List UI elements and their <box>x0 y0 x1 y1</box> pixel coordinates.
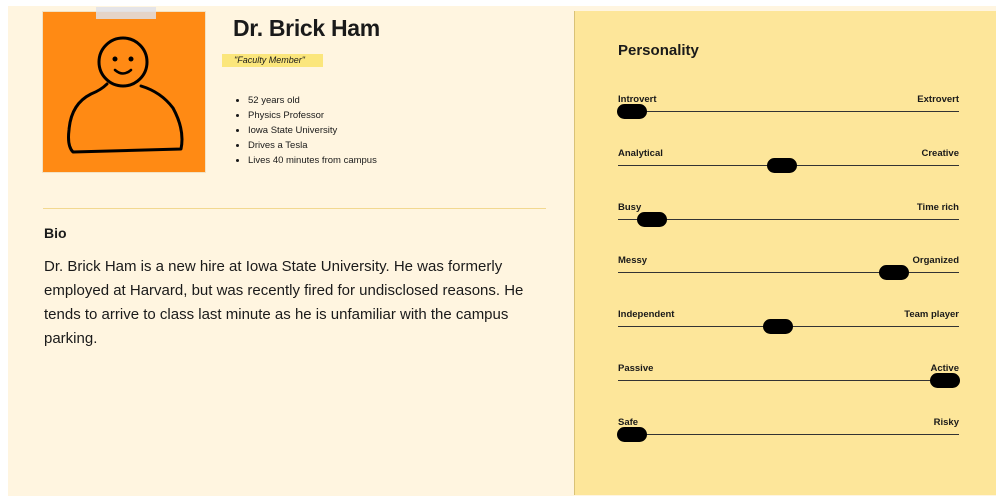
section-divider <box>43 208 546 209</box>
bio-text: Dr. Brick Ham is a new hire at Iowa Stat… <box>44 258 524 347</box>
trait-slider-introvert-extrovert[interactable]: Introvert Extrovert <box>616 94 959 124</box>
slider-handle[interactable] <box>879 265 910 280</box>
fact-item: Lives 40 minutes from campus <box>248 153 377 168</box>
tape-strip <box>96 7 156 19</box>
slider-handle[interactable] <box>763 319 794 334</box>
person-doodle-icon <box>67 36 184 154</box>
slider-handle[interactable] <box>766 158 797 173</box>
slider-track[interactable] <box>618 380 959 381</box>
trait-slider-safe-risky[interactable]: Safe Risky <box>616 417 959 447</box>
trait-left-label: Passive <box>618 363 654 374</box>
trait-right-label: Creative <box>921 148 960 159</box>
avatar <box>43 12 205 172</box>
slider-handle[interactable] <box>930 373 961 388</box>
trait-slider-independent-teamplayer[interactable]: Independent Team player <box>618 309 959 339</box>
slider-track[interactable] <box>618 111 959 112</box>
slider-handle[interactable] <box>616 427 647 442</box>
fact-item: Physics Professor <box>248 108 377 123</box>
slider-track[interactable] <box>618 219 959 220</box>
trait-left-label: Messy <box>618 255 648 266</box>
trait-slider-busy-timerich[interactable]: Busy Time rich <box>618 202 959 232</box>
bio-heading: Bio <box>44 225 67 241</box>
trait-left-label: Analytical <box>618 148 663 159</box>
slider-handle[interactable] <box>637 212 668 227</box>
trait-right-label: Organized <box>912 255 959 266</box>
slider-handle[interactable] <box>616 104 647 119</box>
trait-slider-analytical-creative[interactable]: Analytical Creative <box>618 148 959 178</box>
trait-right-label: Time rich <box>916 202 959 213</box>
trait-slider-passive-active[interactable]: Passive Active <box>618 363 961 393</box>
personality-panel: Personality Introvert Extrovert Analytic… <box>574 11 996 495</box>
trait-right-label: Risky <box>933 417 959 428</box>
persona-name: Dr. Brick Ham <box>233 15 380 41</box>
role-tag: "Faculty Member" <box>222 54 323 67</box>
fact-item: 52 years old <box>248 93 377 108</box>
fact-item: Iowa State University <box>248 123 377 138</box>
fact-item: Drives a Tesla <box>248 138 377 153</box>
trait-left-label: Busy <box>618 202 642 213</box>
trait-right-label: Extrovert <box>917 94 959 105</box>
trait-slider-messy-organized[interactable]: Messy Organized <box>618 255 959 285</box>
trait-right-label: Team player <box>904 309 959 320</box>
personality-title: Personality <box>618 42 699 59</box>
slider-track[interactable] <box>618 434 959 435</box>
facts-list: 52 years old Physics Professor Iowa Stat… <box>236 93 377 168</box>
trait-left-label: Independent <box>618 309 675 320</box>
